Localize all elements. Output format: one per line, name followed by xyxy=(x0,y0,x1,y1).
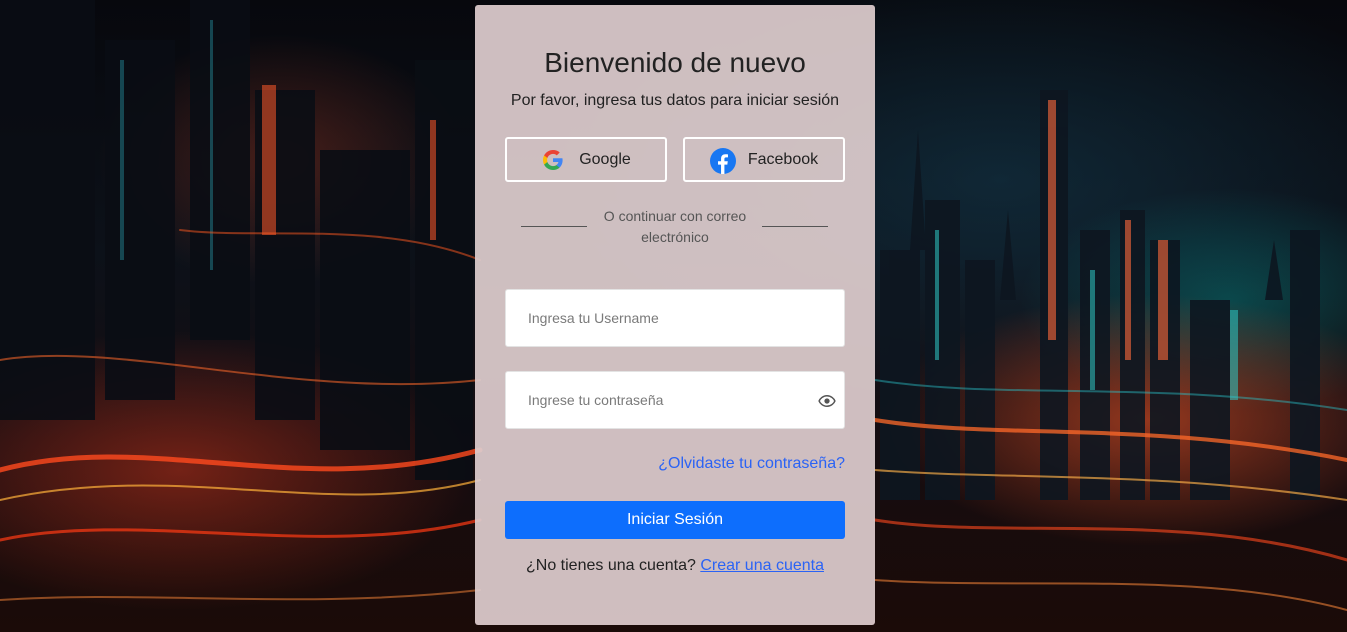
username-field-wrapper xyxy=(505,289,845,347)
google-login-button[interactable]: Google xyxy=(505,137,667,182)
google-icon xyxy=(541,148,565,172)
divider-line-right xyxy=(762,226,828,227)
forgot-password-link[interactable]: ¿Olvidaste tu contraseña? xyxy=(658,455,845,473)
facebook-icon xyxy=(709,147,736,174)
password-field-wrapper xyxy=(505,371,845,429)
google-button-label: Google xyxy=(579,150,631,168)
divider-line-left xyxy=(521,226,587,227)
facebook-button-label: Facebook xyxy=(747,150,819,168)
login-card: Bienvenido de nuevo Por favor, ingresa t… xyxy=(475,5,875,625)
username-input[interactable] xyxy=(506,290,844,346)
divider-text: O continuar con correo electrónico xyxy=(603,208,747,245)
facebook-login-button[interactable]: Facebook xyxy=(683,137,845,182)
login-submit-button[interactable]: Iniciar Sesión xyxy=(505,501,845,539)
login-title: Bienvenido de nuevo xyxy=(544,47,806,78)
create-account-link[interactable]: Crear una cuenta xyxy=(700,557,824,574)
eye-icon[interactable] xyxy=(818,392,836,410)
signup-prompt-text: ¿No tienes una cuenta? xyxy=(526,557,696,574)
signup-prompt: ¿No tienes una cuenta? Crear una cuenta xyxy=(475,557,875,575)
login-subtitle: Por favor, ingresa tus datos para inicia… xyxy=(510,92,840,109)
password-input[interactable] xyxy=(506,372,844,428)
